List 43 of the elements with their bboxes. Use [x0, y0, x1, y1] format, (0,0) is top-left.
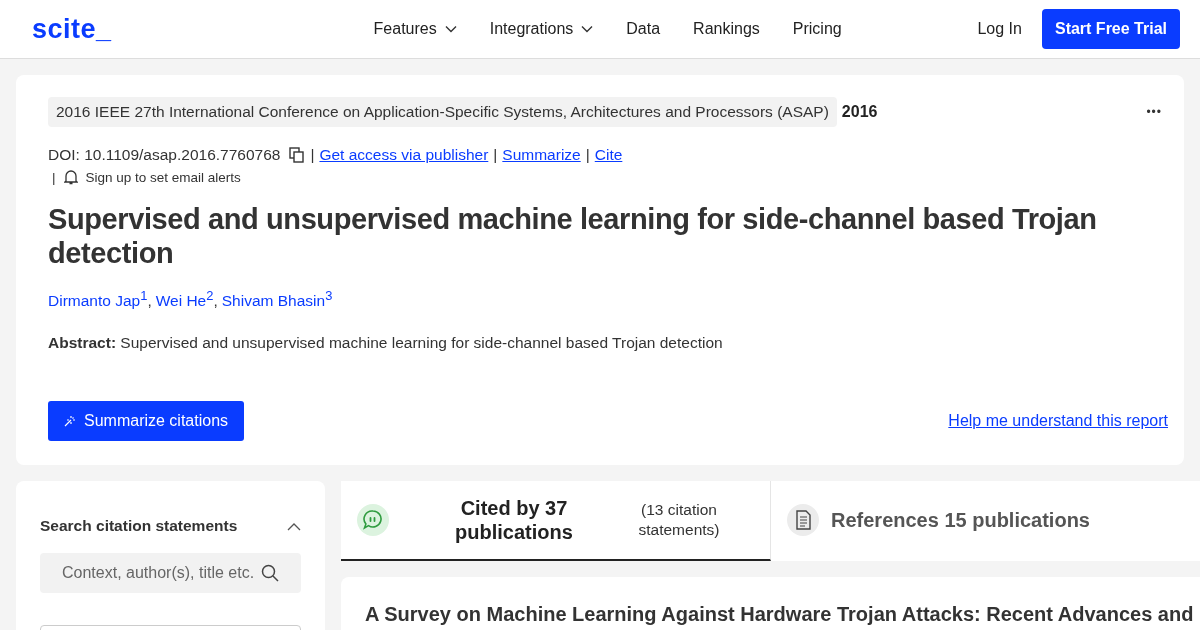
separator: |: [585, 146, 590, 164]
nav-link[interactable]: Rankings: [693, 20, 760, 38]
paper-title: Supervised and unsupervised machine learning for side-channel based Trojan detection: [48, 202, 1098, 270]
result-title[interactable]: A Survey on Machine Learning Against Hardware Trojan Attacks: Recent Advances and: [365, 603, 1194, 625]
bell-icon[interactable]: [63, 169, 78, 185]
author-link[interactable]: Shivam Bhasin$^{3}$: [221, 288, 333, 311]
separator: |: [310, 146, 315, 164]
chevron-up-icon[interactable]: [287, 521, 301, 531]
section-heading: Search citation statements: [40, 517, 238, 535]
tab[interactable]: References 15 publications: [771, 481, 1106, 561]
document-icon: [787, 504, 819, 536]
summarize-citations-button[interactable]: Summarize citations: [48, 401, 245, 441]
tab[interactable]: Cited by 37 publications (13 citation statements): [341, 481, 771, 561]
separator: |: [52, 169, 56, 185]
quote-bubble-icon: [357, 504, 389, 536]
comma: ,: [147, 292, 152, 311]
link[interactable]: Cite: [594, 146, 623, 164]
author-link[interactable]: Wei He$^{2}$: [155, 288, 214, 311]
nav-link[interactable]: Features: [373, 20, 457, 38]
nav-link[interactable]: Integrations: [489, 20, 594, 38]
email-alerts-link[interactable]: Sign up to set email alerts: [85, 169, 241, 185]
search-icon[interactable]: [261, 564, 279, 582]
doi: DOI: 10.1109/asap.2016.7760768: [48, 146, 281, 164]
nav-link[interactable]: Data: [626, 20, 661, 38]
year: 2016: [841, 103, 878, 121]
separator: |: [493, 146, 498, 164]
help-link[interactable]: Help me understand this report: [948, 412, 1168, 430]
start-trial-button[interactable]: Start Free Trial: [1041, 9, 1180, 49]
logo[interactable]: scite_: [32, 13, 112, 45]
search-field[interactable]: Context, author(s), title etc.: [40, 553, 301, 593]
chevron-down-icon: [581, 25, 594, 33]
venue-tag: 2016 IEEE 27th International Conference on Application-Specific Systems, Architectures and Processors (ASAP): [48, 97, 837, 127]
nav-link[interactable]: Pricing: [792, 20, 842, 38]
chevron-down-icon: [444, 25, 457, 33]
author-link[interactable]: Dirmanto Jap$^{1}$: [48, 288, 148, 311]
more-options-button[interactable]: •••: [1140, 104, 1168, 120]
copy-icon[interactable]: [289, 147, 306, 163]
comma: ,: [213, 292, 218, 311]
link[interactable]: Get access via publisher: [319, 146, 489, 164]
wand-icon: [64, 415, 76, 427]
login-link[interactable]: Log In: [977, 20, 1022, 38]
link[interactable]: Summarize: [502, 146, 581, 164]
abstract-text: Abstract: Supervised and unsupervised machine learning for side-channel based Trojan detection: [48, 334, 724, 353]
